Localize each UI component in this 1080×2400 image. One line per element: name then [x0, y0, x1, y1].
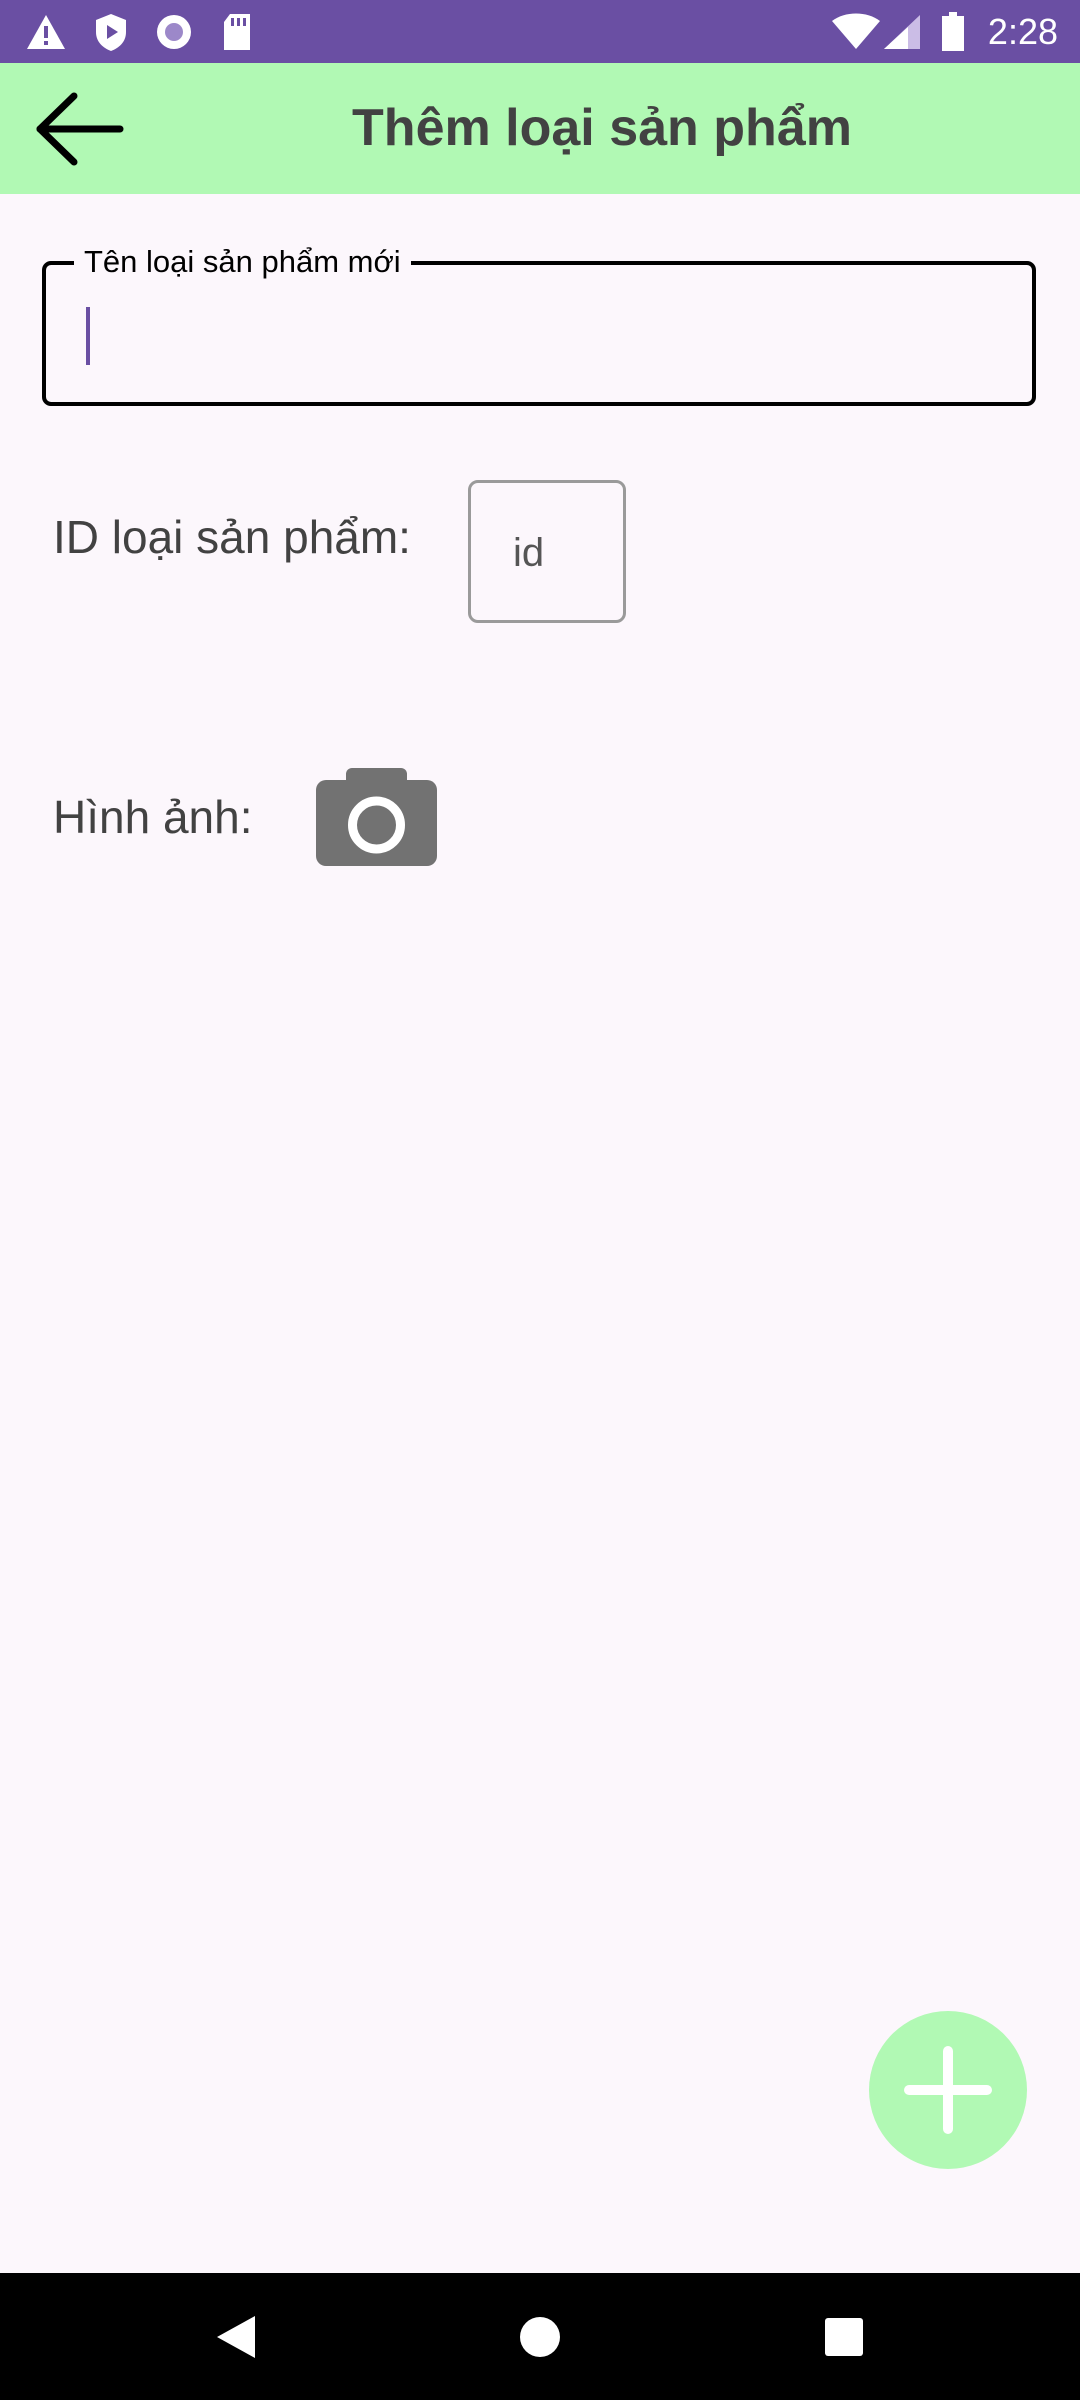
cell-signal-icon	[882, 0, 922, 63]
category-name-label: Tên loại sản phẩm mới	[74, 243, 411, 281]
nav-recents-button[interactable]	[784, 2273, 904, 2400]
system-nav-bar	[0, 2273, 1080, 2400]
page-title: Thêm loại sản phẩm	[352, 99, 852, 157]
nav-home-button[interactable]	[480, 2273, 600, 2400]
app-bar: Thêm loại sản phẩm	[0, 63, 1080, 194]
plus-icon	[904, 2046, 992, 2134]
nav-back-button[interactable]	[175, 2273, 295, 2400]
text-cursor	[86, 307, 90, 365]
category-id-label: ID loại sản phẩm:	[53, 511, 411, 563]
camera-icon	[316, 768, 437, 866]
shield-play-icon	[92, 0, 130, 63]
camera-button[interactable]	[316, 768, 437, 866]
battery-icon	[940, 0, 966, 63]
category-id-value: id	[513, 531, 545, 575]
status-time: 2:28	[987, 11, 1058, 52]
wifi-icon	[830, 0, 882, 63]
add-fab-button[interactable]	[869, 2011, 1027, 2169]
status-bar: 2:28	[0, 0, 1080, 63]
record-circle-icon	[154, 0, 194, 63]
category-name-field[interactable]: Tên loại sản phẩm mới	[42, 243, 1036, 406]
category-id-field[interactable]: id	[468, 480, 626, 623]
recents-square-icon	[825, 2317, 863, 2356]
sd-card-icon	[220, 0, 254, 63]
home-circle-icon	[520, 2316, 560, 2357]
category-name-input[interactable]	[80, 295, 1000, 377]
back-triangle-icon	[217, 2315, 255, 2358]
image-label: Hình ảnh:	[53, 791, 253, 843]
warning-icon	[24, 0, 68, 63]
